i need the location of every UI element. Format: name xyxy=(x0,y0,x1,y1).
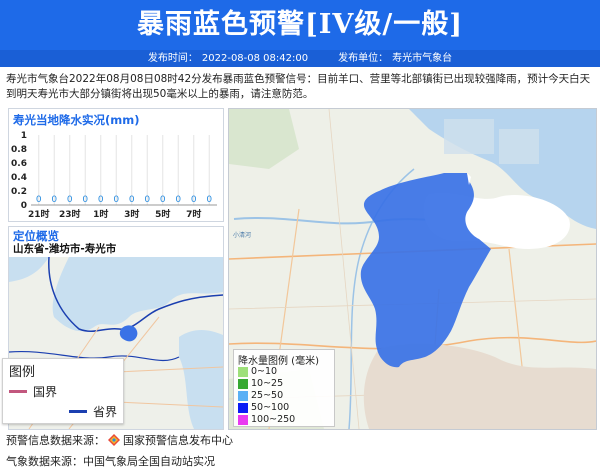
bar-value-label: 0 xyxy=(113,195,119,205)
river-label: 小清河 xyxy=(233,231,251,239)
rain-chart: 00.20.40.60.810 0 0 0 0 0 0 0 0 0 0 021时 23时 1时 3时 5时 7时 xyxy=(11,131,217,220)
bar-value-label: 0 xyxy=(144,195,150,205)
bar-value-label: 0 xyxy=(160,195,166,205)
rainfall-legend-item: 0~10 xyxy=(238,366,277,377)
rainfall-legend: 降水量图例 (毫米) 0~10 10~25 25~50 50~100 100~2… xyxy=(233,349,335,427)
boundary-legend: 图例 国界 省界 xyxy=(2,358,124,424)
x-tick-label: 21时 xyxy=(28,208,50,220)
publish-unit-label: 发布单位： xyxy=(338,53,389,64)
source-line-2: 气象数据来源： 中国气象局全国自动站实况 xyxy=(6,453,215,469)
source-line-1: 预警信息数据来源： 国家预警信息发布中心 xyxy=(6,432,233,448)
rainfall-legend-item: 25~50 xyxy=(238,390,283,401)
x-tick-label: 23时 xyxy=(59,208,81,220)
source2-value: 中国气象局全国自动站实况 xyxy=(83,455,215,468)
alert-meta: 发布时间： 2022-08-08 08:42:00 发布单位： 寿光市气象台 xyxy=(0,50,600,67)
y-tick-label: 0 xyxy=(21,201,27,211)
bar-value-label: 0 xyxy=(191,195,197,205)
y-tick-label: 1 xyxy=(21,131,27,141)
publish-time-value: 2022-08-08 08:42:00 xyxy=(201,53,309,64)
bar-value-label: 0 xyxy=(129,195,135,205)
warning-center-logo-icon xyxy=(108,434,120,446)
bar-value-label: 0 xyxy=(36,195,42,205)
rainfall-legend-item: 50~100 xyxy=(238,402,289,413)
legend-item-provincial: 省界 xyxy=(69,403,117,420)
bar-value-label: 0 xyxy=(67,195,73,205)
source2-label: 气象数据来源： xyxy=(6,455,83,468)
publish-unit-value: 寿光市气象台 xyxy=(392,53,453,64)
boundary-legend-title: 图例 xyxy=(9,365,36,380)
x-tick-label: 1时 xyxy=(93,208,108,220)
source1-label: 预警信息数据来源： xyxy=(6,434,105,447)
rain-panel: 寿光当地降水实况(mm) 0 0.2 0.4 0.6 0.8 1 0 0 0 0 0 0 0 0 0 0 0 0 2… xyxy=(8,108,224,222)
location-region: 山东省-潍坊市-寿光市 xyxy=(13,243,117,255)
y-tick-label: 0.8 xyxy=(11,145,27,155)
bar-value-label: 0 xyxy=(175,195,181,205)
bar-value-label: 0 xyxy=(98,195,104,205)
y-tick-label: 0.6 xyxy=(11,159,27,169)
rainfall-legend-item: 100~250 xyxy=(238,414,295,425)
x-tick-label: 7时 xyxy=(186,208,201,220)
bar-value-label: 0 xyxy=(206,195,212,205)
bar-value-label: 0 xyxy=(82,195,88,205)
alert-description: 寿光市气象台2022年08月08日08时42分发布暴雨蓝色预警信号：目前羊口、营… xyxy=(6,73,591,100)
y-tick-label: 0.2 xyxy=(11,187,27,197)
source1-value: 国家预警信息发布中心 xyxy=(123,434,233,447)
bar-value-label: 0 xyxy=(51,195,57,205)
warning-map[interactable]: 小清河 降水量图例 (毫米) 0~10 10~25 25~50 50~100 1… xyxy=(228,108,597,430)
rainfall-legend-item: 10~25 xyxy=(238,378,283,389)
publish-time-label: 发布时间： xyxy=(147,53,198,64)
x-tick-label: 5时 xyxy=(155,208,170,220)
legend-item-national: 国界 xyxy=(9,383,57,400)
y-tick-label: 0.4 xyxy=(11,173,27,183)
alert-title: 暴雨蓝色预警[IV级/一般] xyxy=(0,0,600,50)
rainfall-legend-title: 降水量图例 (毫米) xyxy=(238,356,319,367)
x-tick-label: 3时 xyxy=(124,208,139,220)
